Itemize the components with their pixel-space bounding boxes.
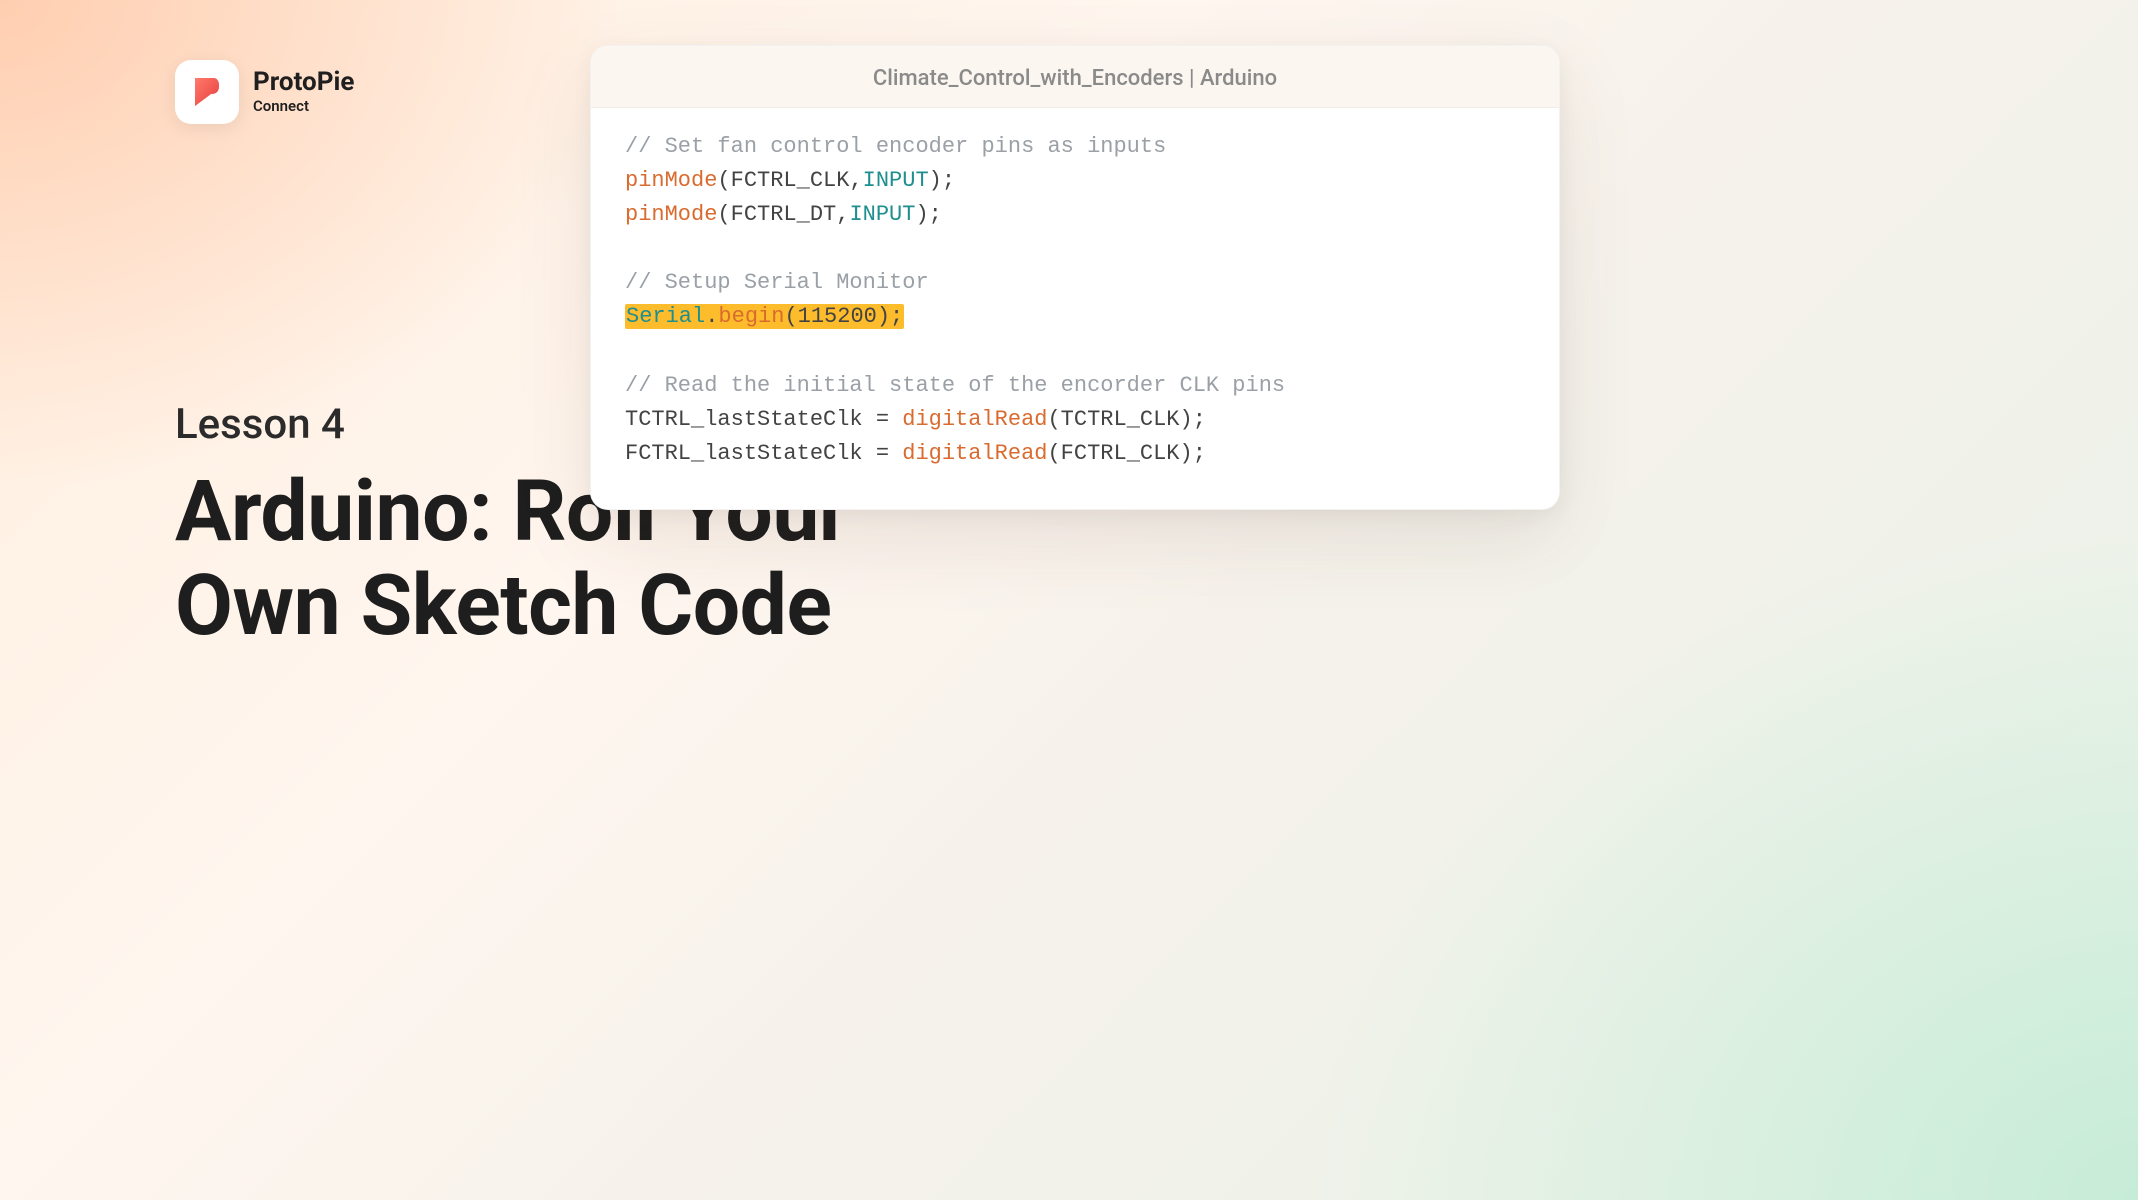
code-func: pinMode — [625, 168, 717, 193]
code-text: ); — [929, 168, 955, 193]
code-keyword: INPUT — [849, 202, 915, 227]
code-func: pinMode — [625, 202, 717, 227]
brand-text: ProtoPie Connect — [253, 69, 354, 115]
protopie-logo-icon — [175, 60, 239, 124]
code-comment: // Set fan control encoder pins as input… — [625, 134, 1166, 159]
code-func: digitalRead — [902, 407, 1047, 432]
code-text: (FCTRL_DT, — [717, 202, 849, 227]
code-comment: // Setup Serial Monitor — [625, 270, 929, 295]
code-text: (FCTRL_CLK, — [717, 168, 862, 193]
code-text: TCTRL_lastStateClk = — [625, 407, 902, 432]
code-text: (FCTRL_CLK); — [1047, 441, 1205, 466]
code-text: ); — [877, 304, 903, 329]
product-name: ProtoPie — [253, 69, 354, 96]
code-object: Serial — [626, 304, 705, 329]
code-window: Climate_Control_with_Encoders | Arduino … — [590, 45, 1560, 510]
window-title: Climate_Control_with_Encoders | Arduino — [591, 46, 1559, 108]
lesson-label: Lesson 4 — [175, 400, 345, 449]
code-method: begin — [718, 304, 784, 329]
code-func: digitalRead — [902, 441, 1047, 466]
code-text: ( — [784, 304, 797, 329]
highlighted-line: Serial.begin(115200); — [625, 304, 904, 329]
code-number: 115200 — [798, 304, 877, 329]
code-text: ); — [915, 202, 941, 227]
product-subname: Connect — [253, 97, 354, 115]
code-text: FCTRL_lastStateClk = — [625, 441, 902, 466]
code-block: // Set fan control encoder pins as input… — [591, 108, 1559, 509]
title-line-2: Own Sketch Code — [175, 556, 831, 655]
code-text: (TCTRL_CLK); — [1047, 407, 1205, 432]
code-text: . — [705, 304, 718, 329]
brand-block: ProtoPie Connect — [175, 60, 354, 124]
code-keyword: INPUT — [863, 168, 929, 193]
logo-glyph-icon — [189, 74, 225, 110]
code-comment: // Read the initial state of the encorde… — [625, 373, 1285, 398]
